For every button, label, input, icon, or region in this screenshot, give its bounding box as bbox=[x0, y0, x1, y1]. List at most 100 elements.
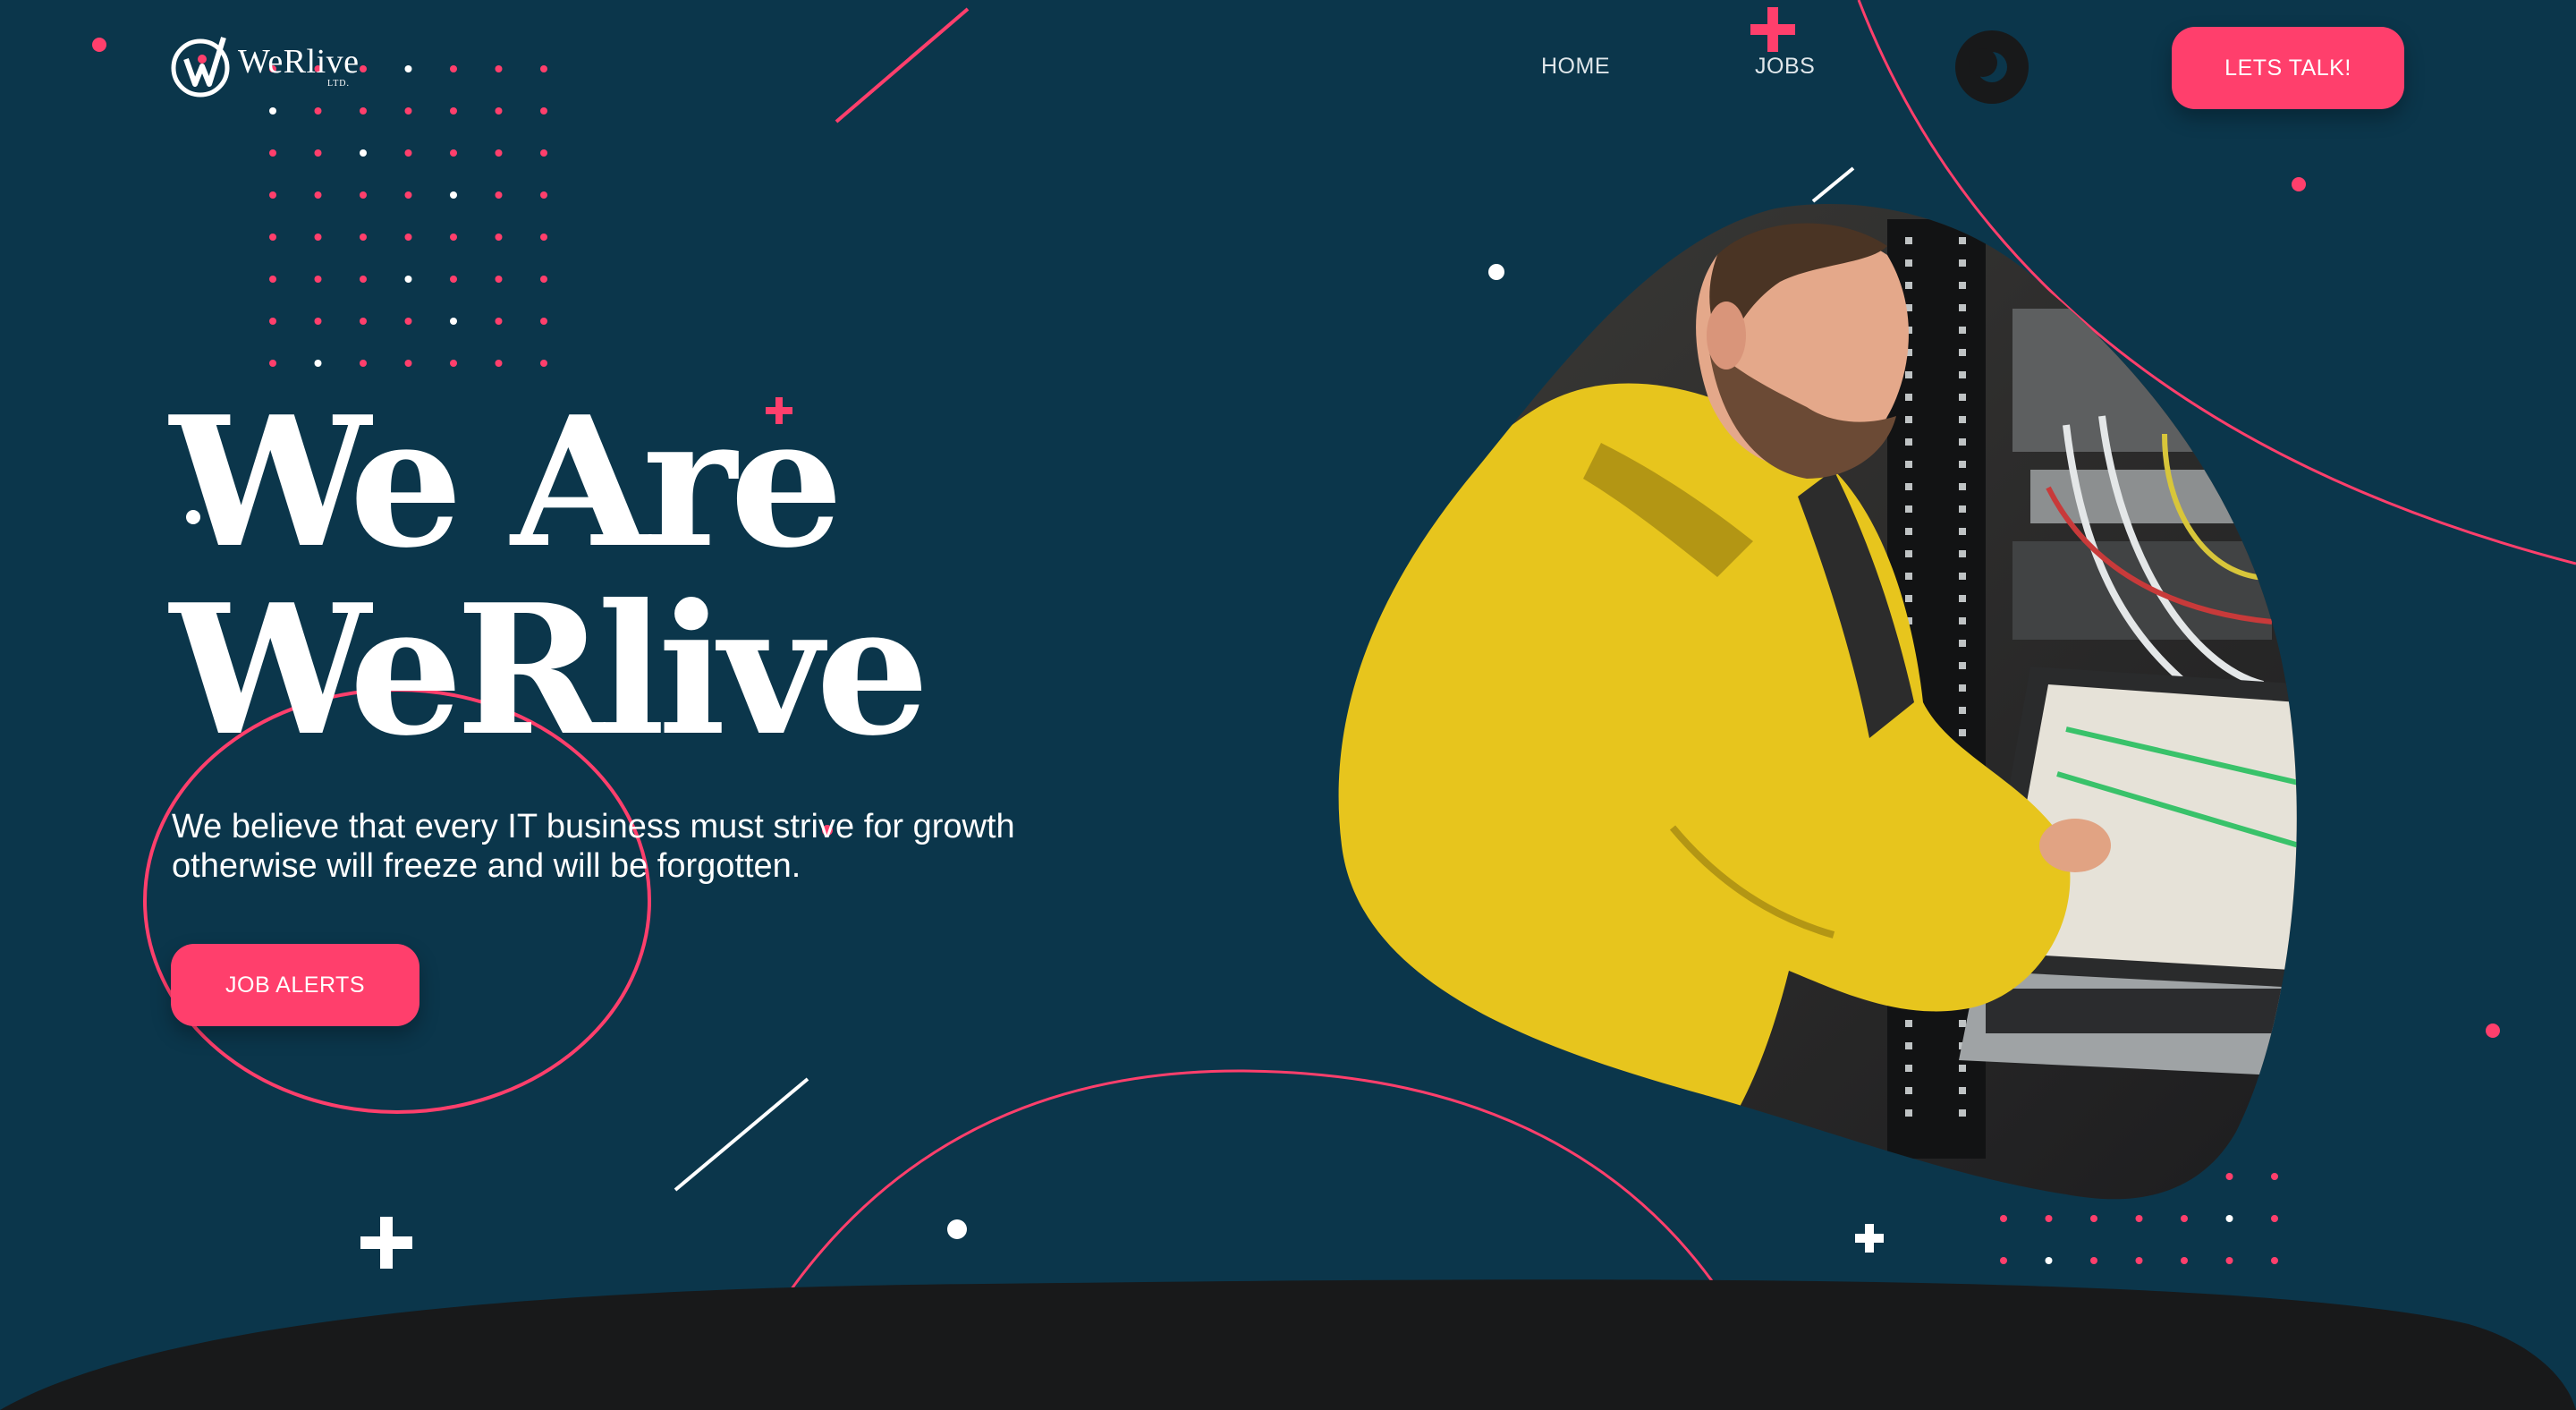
rack-hole bbox=[1905, 1042, 1912, 1049]
rack-hole bbox=[1905, 259, 1912, 267]
dot-grid-icon bbox=[269, 65, 547, 367]
rack-hole bbox=[1905, 282, 1912, 289]
grid-dot bbox=[540, 191, 547, 199]
rack-hole bbox=[1905, 416, 1912, 423]
nav-jobs-link[interactable]: JOBS bbox=[1755, 54, 1815, 80]
grid-dot bbox=[2045, 1257, 2053, 1264]
grid-dot bbox=[540, 318, 547, 325]
rack-hole bbox=[1959, 237, 1966, 244]
grid-dot bbox=[2271, 1257, 2278, 1264]
grid-dot bbox=[2225, 1215, 2233, 1222]
grid-dot bbox=[360, 191, 367, 199]
plus-icon-white-left bbox=[360, 1217, 412, 1269]
brand-suffix: LTD. bbox=[327, 79, 351, 89]
grid-dot bbox=[269, 276, 276, 283]
rack-hole bbox=[1905, 1020, 1912, 1027]
grid-dot bbox=[269, 234, 276, 241]
hero-description: We believe that every IT business must s… bbox=[172, 808, 1015, 885]
grid-dot bbox=[2271, 1215, 2278, 1222]
grid-dot bbox=[2181, 1215, 2188, 1222]
grid-dot bbox=[404, 234, 412, 241]
grid-dot bbox=[495, 65, 503, 72]
dot-pink bbox=[2486, 1024, 2500, 1038]
grid-dot bbox=[360, 149, 367, 157]
rack-hole bbox=[1905, 371, 1912, 378]
lets-talk-button[interactable]: LETS TALK! bbox=[2172, 27, 2404, 109]
rack-hole bbox=[1905, 528, 1912, 535]
rack-hole bbox=[1959, 573, 1966, 580]
grid-dot bbox=[269, 149, 276, 157]
rack-hole bbox=[1959, 327, 1966, 334]
grid-dot bbox=[540, 107, 547, 115]
rack-hole bbox=[1959, 416, 1966, 423]
grid-dot bbox=[495, 360, 503, 367]
grid-dot bbox=[404, 107, 412, 115]
slash-line-white-small bbox=[1811, 166, 1855, 203]
grid-dot bbox=[360, 360, 367, 367]
grid-dot bbox=[450, 234, 457, 241]
hero-title: We Are WeRlive bbox=[170, 389, 929, 765]
w-checkmark-logo-icon bbox=[171, 37, 230, 98]
grid-dot bbox=[450, 107, 457, 115]
rack-hole bbox=[1959, 505, 1966, 513]
grid-dot bbox=[269, 107, 276, 115]
rack-hole bbox=[1959, 662, 1966, 669]
rack-hole bbox=[1905, 505, 1912, 513]
rack-hole bbox=[1959, 1065, 1966, 1072]
grid-dot bbox=[450, 360, 457, 367]
grid-dot bbox=[404, 276, 412, 283]
grid-dot bbox=[360, 318, 367, 325]
rack-hole bbox=[1905, 461, 1912, 468]
grid-dot bbox=[314, 360, 322, 367]
rack-hole bbox=[1905, 483, 1912, 490]
rack-hole bbox=[1959, 550, 1966, 557]
grid-dot bbox=[360, 107, 367, 115]
grid-dot bbox=[314, 318, 322, 325]
rack-hole bbox=[1905, 1065, 1912, 1072]
grid-dot bbox=[269, 360, 276, 367]
grid-dot bbox=[404, 360, 412, 367]
rack-hole bbox=[1959, 259, 1966, 267]
grid-dot bbox=[314, 191, 322, 199]
slash-line-white bbox=[674, 1077, 809, 1192]
rack-hole bbox=[1959, 394, 1966, 401]
grid-dot bbox=[540, 65, 547, 72]
rack-hole bbox=[1905, 550, 1912, 557]
grid-dot bbox=[2000, 1257, 2007, 1264]
nav-home-link[interactable]: HOME bbox=[1541, 54, 1610, 80]
grid-dot bbox=[360, 234, 367, 241]
rack-hole bbox=[1959, 1020, 1966, 1027]
grid-dot bbox=[404, 149, 412, 157]
plus-icon-top bbox=[1750, 7, 1795, 52]
hero-photo bbox=[1338, 203, 2297, 1200]
grid-dot bbox=[495, 234, 503, 241]
plus-icon-white-right bbox=[1855, 1224, 1884, 1253]
grid-dot bbox=[2135, 1215, 2143, 1222]
rack-hole bbox=[1959, 371, 1966, 378]
rack-hole bbox=[1905, 438, 1912, 446]
grid-dot bbox=[269, 318, 276, 325]
theme-toggle-button[interactable] bbox=[1955, 30, 2029, 104]
grid-dot bbox=[314, 276, 322, 283]
grid-dot bbox=[450, 65, 457, 72]
rack-hole bbox=[1959, 1087, 1966, 1094]
grid-dot bbox=[540, 234, 547, 241]
brand-logo[interactable]: WeRlive LTD. bbox=[170, 32, 385, 98]
grid-dot bbox=[2225, 1257, 2233, 1264]
grid-dot bbox=[2090, 1257, 2097, 1264]
dot-pink-topleft bbox=[92, 38, 106, 52]
brand-name: WeRlive bbox=[238, 43, 360, 81]
grid-dot bbox=[2045, 1215, 2053, 1222]
dot-white bbox=[947, 1219, 967, 1239]
grid-dot bbox=[495, 191, 503, 199]
grid-dot bbox=[2000, 1215, 2007, 1222]
grid-dot bbox=[404, 191, 412, 199]
rack-hole bbox=[1905, 595, 1912, 602]
grid-dot bbox=[360, 276, 367, 283]
job-alerts-button[interactable]: JOB ALERTS bbox=[171, 944, 419, 1026]
grid-dot bbox=[495, 318, 503, 325]
rack-hole bbox=[1959, 349, 1966, 356]
rack-hole bbox=[1959, 595, 1966, 602]
rack-hole bbox=[1959, 1109, 1966, 1117]
grid-dot bbox=[314, 107, 322, 115]
